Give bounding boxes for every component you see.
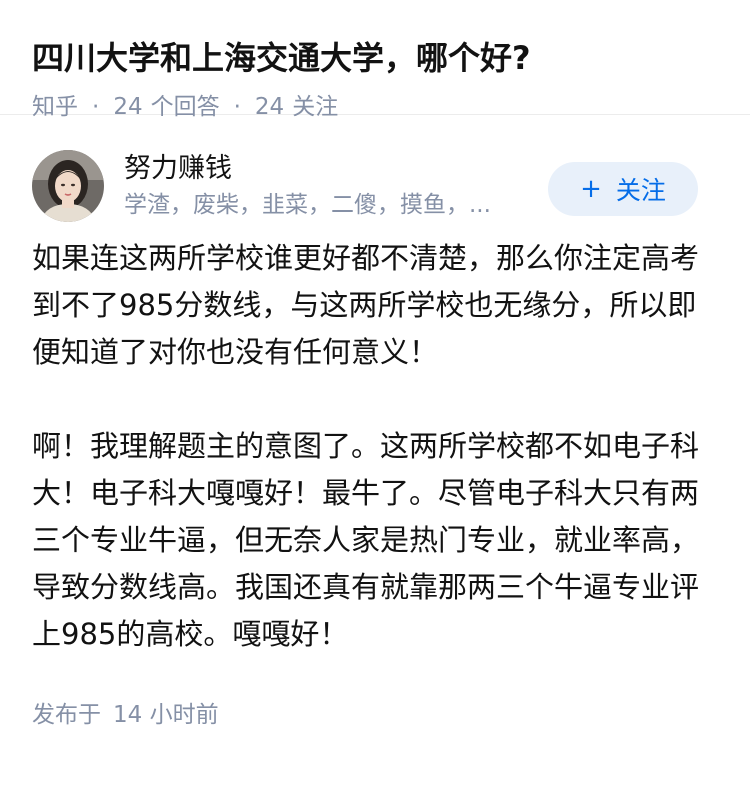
answer-footer: 发布于 14 小时前	[32, 700, 718, 730]
author-name[interactable]: 努力赚钱	[124, 151, 544, 187]
author-row: 努力赚钱 学渣，废柴，韭菜，二傻，摸鱼，... + 关注	[32, 115, 718, 230]
avatar[interactable]	[32, 150, 104, 222]
avatar-photo-icon	[32, 150, 104, 222]
author-info: 努力赚钱 学渣，废柴，韭菜，二傻，摸鱼，...	[124, 151, 544, 221]
posted-prefix: 发布于	[32, 702, 101, 728]
answer-content: 如果连这两所学校谁更好都不清楚，那么你注定高考到不了985分数线，与这两所学校也…	[32, 235, 718, 658]
follow-button-label: 关注	[615, 176, 666, 205]
posted-time: 14 小时前	[113, 702, 219, 728]
question-header: 四川大学和上海交通大学，哪个好? 知乎 · 24 个回答 · 24 关注	[0, 0, 750, 120]
answer-paragraph: 如果连这两所学校谁更好都不清楚，那么你注定高考到不了985分数线，与这两所学校也…	[32, 241, 700, 369]
author-bio: 学渣，废柴，韭菜，二傻，摸鱼，...	[124, 192, 491, 218]
answer-card: 努力赚钱 学渣，废柴，韭菜，二傻，摸鱼，... + 关注 如果连这两所学校谁更好…	[0, 115, 750, 730]
question-title[interactable]: 四川大学和上海交通大学，哪个好?	[32, 36, 718, 80]
follow-button[interactable]: + 关注	[548, 162, 698, 216]
answer-paragraph: 啊！我理解题主的意图了。这两所学校都不如电子科大！电子科大嘎嘎好！最牛了。尽管电…	[32, 429, 700, 651]
plus-icon: +	[580, 174, 602, 204]
